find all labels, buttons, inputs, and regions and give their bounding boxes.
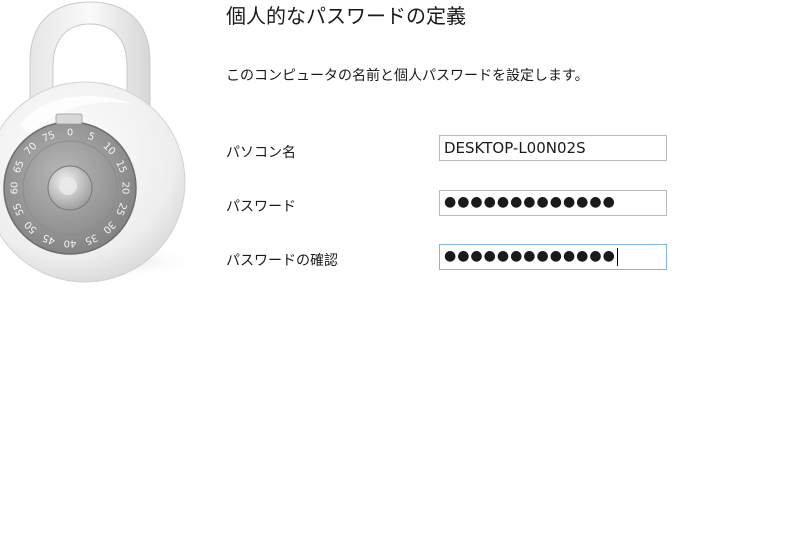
dial-pointer-marker: [55, 113, 83, 125]
page-title: 個人的なパスワードの定義: [226, 4, 466, 28]
setup-page: 0 5 10 15 20 25 30 35 40 45 50 55 60 65 70 75 個人的なパスワード…: [0, 0, 800, 554]
password-confirm-field[interactable]: ●●●●●●●●●●●●●: [439, 244, 667, 270]
pc-name-value: DESKTOP-L00N02S: [444, 139, 586, 157]
password-confirm-label: パスワードの確認: [226, 253, 338, 269]
dial-number: 40: [64, 238, 77, 249]
pc-name-label: パソコン名: [226, 145, 296, 161]
dial-number: 60: [10, 182, 21, 195]
password-masked-value: ●●●●●●●●●●●●●: [444, 194, 616, 210]
padlock-combination-icon: 0 51015202530354045505560657075: [0, 1, 200, 283]
password-confirm-masked-value: ●●●●●●●●●●●●●: [444, 248, 616, 264]
dial-number: 0: [67, 128, 73, 139]
pc-name-field[interactable]: DESKTOP-L00N02S: [439, 135, 667, 161]
password-label: パスワード: [226, 199, 296, 215]
dial-number: 20: [120, 182, 131, 195]
password-field[interactable]: ●●●●●●●●●●●●●: [439, 190, 667, 216]
page-description: このコンピュータの名前と個人パスワードを設定します。: [226, 68, 589, 84]
dial-knob-center: [59, 177, 77, 195]
text-caret: [616, 248, 618, 266]
